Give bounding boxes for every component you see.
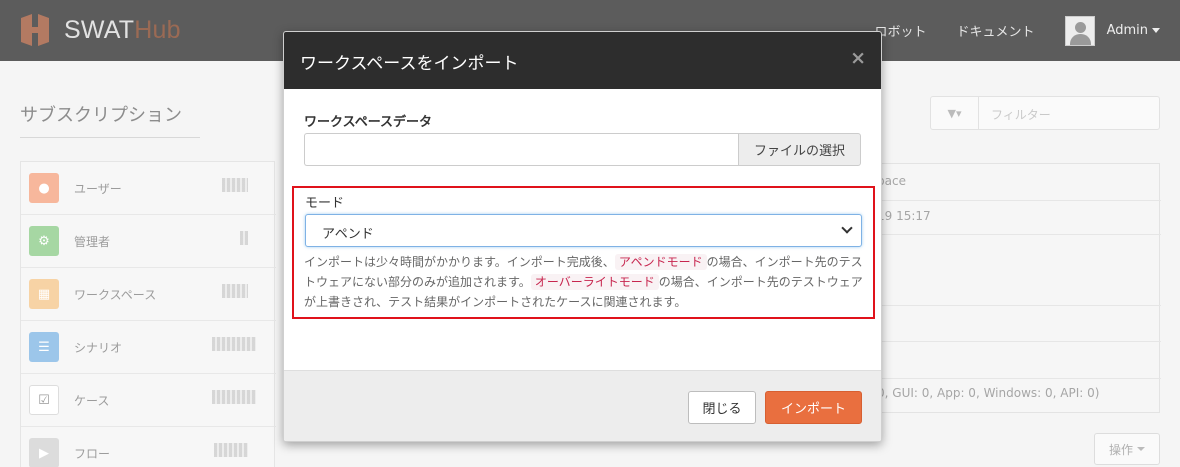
mode-section-highlight: モード アペンド インポートは少々時間がかかります。インポート完成後、 アペンドモ…	[292, 186, 875, 319]
table-cell-date: 19 15:17	[877, 209, 931, 223]
sidebar-item-label: ユーザー	[74, 182, 122, 196]
users-icon: ●	[29, 173, 59, 203]
filter-group: ▼ ▾ フィルター	[930, 96, 1160, 130]
sidebar-item-scenarios[interactable]: ☰ シナリオ	[21, 321, 276, 374]
mode-label: モード	[305, 196, 345, 211]
brand-name: SWATHub	[64, 16, 181, 45]
mode-select-value: アペンド	[322, 227, 374, 242]
filter-dropdown-button[interactable]: ▼ ▾	[931, 97, 979, 129]
user-menu[interactable]: Admin	[1107, 23, 1160, 38]
sidebar-item-users[interactable]: ● ユーザー	[21, 162, 276, 215]
sidebar-item-label: シナリオ	[74, 341, 123, 355]
brand-name-main: SWAT	[64, 15, 135, 44]
brand-name-accent: Hub	[134, 15, 181, 44]
caret-down-icon	[1152, 28, 1160, 33]
modal-title: ワークスペースをインポート	[300, 54, 519, 74]
append-mode-code: アペンドモード	[614, 254, 707, 270]
nav-link-robot[interactable]: ロボット	[875, 21, 927, 40]
sidebar-count-redacted	[212, 337, 256, 351]
sidebar-item-cases[interactable]: ☑ ケース	[21, 374, 276, 427]
user-name: Admin	[1106, 23, 1148, 38]
close-button[interactable]: 閉じる	[688, 391, 756, 424]
list-icon: ☰	[29, 332, 59, 362]
title-divider	[20, 137, 200, 138]
sidebar-item-label: ワークスペース	[74, 288, 157, 302]
sidebar-count-redacted	[212, 390, 256, 404]
file-picker: ファイルの選択	[304, 133, 861, 166]
nav-link-documents[interactable]: ドキュメント	[957, 21, 1035, 40]
brand[interactable]: SWATHub	[18, 14, 181, 46]
modal-body: ワークスペースデータ ファイルの選択 モード アペンド インポートは少々時間がか…	[284, 89, 881, 370]
sidebar-count-redacted	[214, 443, 248, 457]
page-title: サブスクリプション	[20, 105, 182, 126]
sidebar-item-flows[interactable]: ▶ フロー	[21, 427, 276, 467]
swathub-logo-icon	[21, 14, 49, 46]
operations-button[interactable]: 操作	[1094, 433, 1160, 465]
file-path-input[interactable]	[304, 133, 738, 166]
sidebar-count-redacted	[222, 178, 248, 192]
workspace-data-label: ワークスペースデータ	[304, 115, 433, 130]
sidebar-item-label: 管理者	[74, 235, 111, 249]
caret-down-icon	[1137, 447, 1145, 451]
sidebar-item-workspaces[interactable]: ▦ ワークスペース	[21, 268, 276, 321]
chevron-down-icon	[841, 222, 853, 234]
checkbox-icon: ☑	[29, 385, 59, 415]
sidebar-item-label: フロー	[74, 447, 111, 461]
user-avatar-icon[interactable]	[1064, 15, 1095, 46]
sidebar-item-label: ケース	[74, 394, 110, 408]
operations-label: 操作	[1108, 442, 1133, 457]
grid-icon: ▦	[29, 279, 59, 309]
modal-header: ワークスペースをインポート ×	[284, 32, 881, 89]
sidebar: ● ユーザー ⚙ 管理者 ▦ ワークスペース ☰ シナリオ ☑ ケース ▶ フロ…	[20, 161, 276, 467]
filter-icon: ▼	[947, 106, 956, 120]
caret-down-icon: ▾	[955, 106, 962, 120]
modal-footer: 閉じる インポート	[284, 370, 881, 441]
import-button[interactable]: インポート	[765, 391, 862, 424]
sidebar-item-admins[interactable]: ⚙ 管理者	[21, 215, 276, 268]
cogs-icon: ⚙	[29, 226, 59, 256]
help-text-part: インポートは少々時間がかかります。インポート完成後、	[304, 255, 615, 269]
play-icon: ▶	[29, 438, 59, 467]
choose-file-button[interactable]: ファイルの選択	[738, 133, 861, 166]
import-workspace-modal: ワークスペースをインポート × ワークスペースデータ ファイルの選択 モード ア…	[283, 31, 882, 442]
nav-links: ロボット ドキュメント Admin	[845, 0, 1160, 61]
override-mode-code: オーバーライトモード	[530, 274, 659, 290]
sidebar-count-redacted	[240, 231, 248, 245]
mode-select[interactable]: アペンド	[305, 214, 862, 247]
close-icon[interactable]: ×	[850, 47, 866, 69]
mode-help-text: インポートは少々時間がかかります。インポート完成後、 アペンドモード の場合、インポ…	[304, 252, 867, 312]
sidebar-count-redacted	[222, 284, 248, 298]
table-cell-summary: 0, GUI: 0, App: 0, Windows: 0, API: 0)	[877, 386, 1100, 400]
filter-input[interactable]: フィルター	[991, 106, 1051, 123]
